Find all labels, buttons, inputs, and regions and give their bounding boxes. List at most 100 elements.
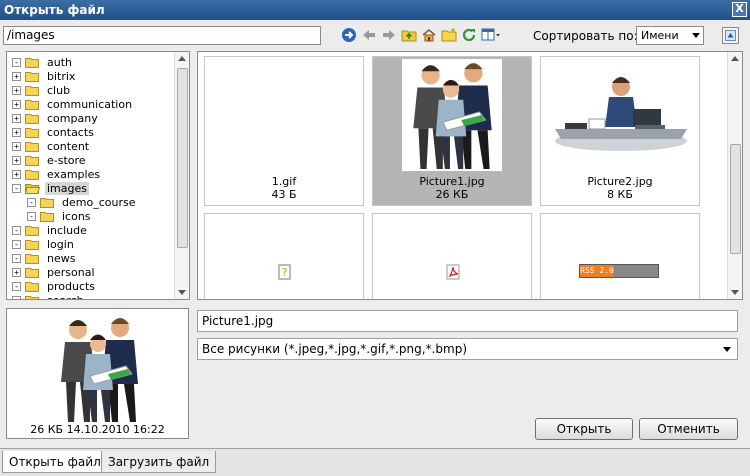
file-tile[interactable]: 1.gif 43 Б <box>204 56 364 206</box>
forward-icon[interactable] <box>380 27 397 44</box>
tree-item[interactable]: + company <box>12 111 100 125</box>
collapse-icon[interactable]: - <box>12 225 21 235</box>
grid-scrollbar[interactable] <box>727 52 742 299</box>
tree-item-label: personal <box>47 265 95 279</box>
collapse-icon[interactable]: - <box>27 197 36 207</box>
tree-item-label: login <box>47 237 74 251</box>
collapse-icon[interactable]: - <box>12 253 21 263</box>
file-tile[interactable] <box>372 213 532 299</box>
unknown-file-icon: ? <box>277 264 293 283</box>
scroll-down-icon[interactable] <box>178 290 186 295</box>
svg-text:?: ? <box>282 266 288 279</box>
file-tile[interactable]: RSS 2.0 <box>540 213 700 299</box>
preview-panel: 26 КБ 14.10.2010 16:22 <box>6 308 189 439</box>
new-folder-icon[interactable] <box>440 27 457 44</box>
tree-item[interactable]: + examples <box>12 167 102 181</box>
tree-item[interactable]: - search <box>12 293 86 300</box>
collapse-icon[interactable]: - <box>12 57 21 67</box>
folder-icon <box>25 295 40 299</box>
tree-item[interactable]: - demo_course <box>27 195 137 209</box>
scroll-thumb[interactable] <box>177 68 188 248</box>
expand-icon[interactable]: + <box>12 71 21 81</box>
file-size: 26 КБ <box>435 188 469 201</box>
file-tile[interactable]: Picture2.jpg 8 КБ <box>540 56 700 206</box>
sort-value: Имени <box>641 29 679 42</box>
tree-item[interactable]: + bitrix <box>12 69 77 83</box>
expand-icon[interactable]: + <box>12 113 21 123</box>
tree-item[interactable]: + personal <box>12 265 97 279</box>
collapse-icon[interactable]: - <box>27 211 36 221</box>
scroll-up-icon[interactable] <box>178 56 186 61</box>
expand-icon[interactable]: + <box>12 85 21 95</box>
filetype-select[interactable]: Все рисунки (*.jpeg,*.jpg,*.gif,*.png,*.… <box>197 338 738 360</box>
toolbar <box>340 26 502 44</box>
tree-item[interactable]: + contacts <box>12 125 96 139</box>
collapse-icon[interactable]: - <box>12 281 21 291</box>
tree-item-label: content <box>47 139 90 153</box>
go-icon[interactable] <box>340 27 357 44</box>
tree-scrollbar[interactable] <box>174 52 189 299</box>
tree-item[interactable]: - auth <box>12 55 74 69</box>
scroll-thumb[interactable] <box>730 144 741 254</box>
scroll-up-icon[interactable] <box>731 56 739 61</box>
home-icon[interactable] <box>420 27 437 44</box>
tree-item[interactable]: - products <box>12 279 97 293</box>
open-button[interactable]: Открыть <box>535 418 633 440</box>
tree-item-label: contacts <box>47 125 94 139</box>
folder-icon <box>25 281 40 292</box>
tree-item[interactable]: - include <box>12 223 89 237</box>
tree-item[interactable]: - images <box>12 181 89 195</box>
tab-bar: Открыть файл Загрузить файл <box>0 448 750 476</box>
tree-item-label: examples <box>47 167 101 181</box>
sort-select[interactable]: Имени <box>636 26 704 45</box>
title-bar: Открыть файл X <box>0 0 750 20</box>
tree-item-label: bitrix <box>47 69 76 83</box>
scroll-down-icon[interactable] <box>731 290 739 295</box>
expand-icon[interactable]: + <box>12 99 21 109</box>
expand-icon[interactable]: + <box>12 169 21 179</box>
file-tile[interactable]: ? <box>204 213 364 299</box>
folder-icon <box>25 127 40 138</box>
path-input[interactable]: /images <box>3 26 321 45</box>
filename-input[interactable]: Picture1.jpg <box>197 310 738 332</box>
up-folder-icon[interactable] <box>400 27 417 44</box>
collapse-icon[interactable]: - <box>12 295 21 299</box>
tree-item[interactable]: + club <box>12 83 72 97</box>
file-thumbnail <box>551 71 691 160</box>
expand-icon[interactable]: + <box>12 127 21 137</box>
tree-item[interactable]: + communication <box>12 97 134 111</box>
view-mode-icon[interactable] <box>480 27 502 44</box>
collapse-icon[interactable]: - <box>12 183 21 193</box>
close-button[interactable]: X <box>732 2 747 17</box>
tree-item[interactable]: + content <box>12 139 91 153</box>
expand-icon[interactable]: + <box>12 267 21 277</box>
folder-icon <box>25 169 40 180</box>
folder-icon <box>25 225 40 236</box>
expand-icon[interactable]: + <box>12 141 21 151</box>
refresh-icon[interactable] <box>460 27 477 44</box>
folder-icon <box>40 211 55 222</box>
tab-1[interactable]: Загрузить файл <box>101 451 217 473</box>
tree-item-label: communication <box>47 97 133 111</box>
expand-icon[interactable]: + <box>12 155 21 165</box>
tree-item-label: auth <box>47 55 72 69</box>
back-icon[interactable] <box>360 27 377 44</box>
collapse-icon[interactable]: - <box>12 239 21 249</box>
folder-icon <box>25 239 40 250</box>
preview-meta: 26 КБ 14.10.2010 16:22 <box>30 423 165 436</box>
sort-direction-button[interactable] <box>722 27 739 44</box>
tree-item-label: images <box>45 181 89 195</box>
tree-item-label: icons <box>62 209 91 223</box>
tree-item[interactable]: - login <box>12 237 76 251</box>
tree-item[interactable]: - icons <box>27 209 93 223</box>
tree-item-label: news <box>47 251 76 265</box>
file-tile[interactable]: Picture1.jpg 26 КБ <box>372 56 532 206</box>
chevron-down-icon <box>692 33 700 38</box>
file-name: Picture1.jpg <box>419 175 485 188</box>
tree-item[interactable]: + e-store <box>12 153 88 167</box>
tree-item[interactable]: - news <box>12 251 77 265</box>
cancel-button[interactable]: Отменить <box>639 418 738 440</box>
window-title: Открыть файл <box>4 3 105 17</box>
tab-0[interactable]: Открыть файл <box>2 451 108 473</box>
tree-item-label: search <box>47 293 84 300</box>
